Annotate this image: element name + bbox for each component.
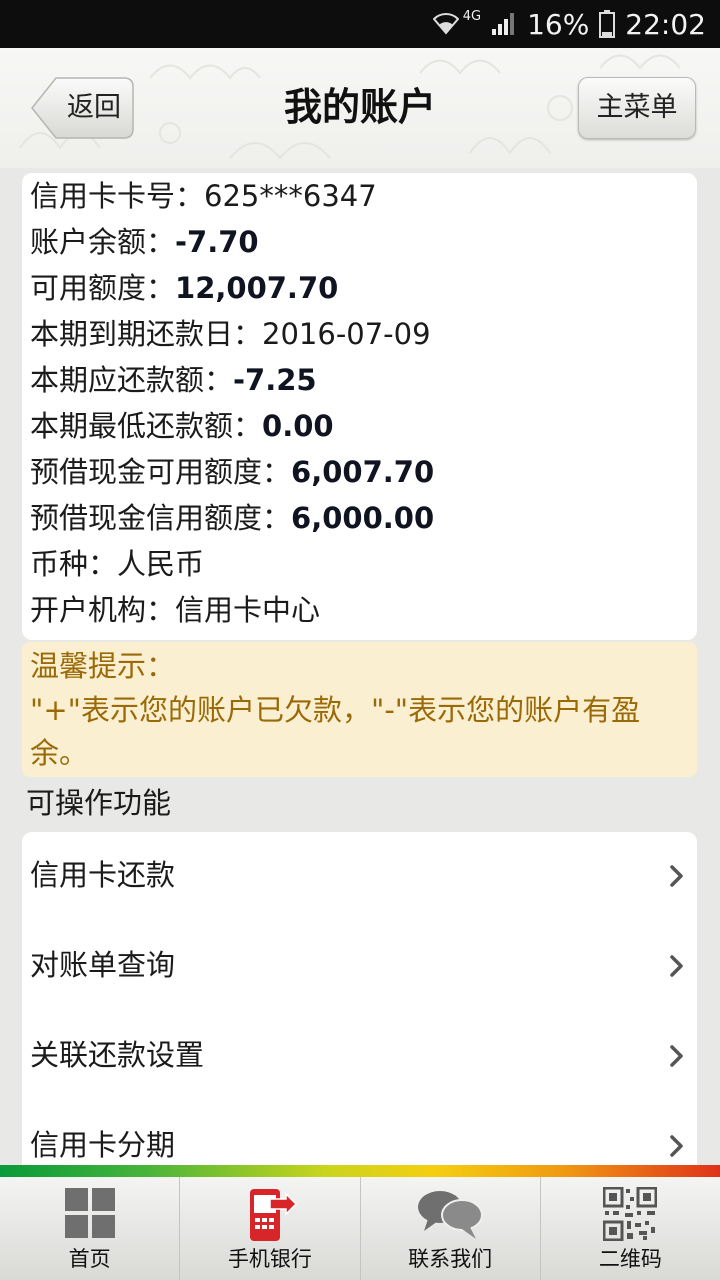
func-item-label: 信用卡还款 bbox=[30, 858, 176, 892]
tip-title: 温馨提示： bbox=[30, 649, 176, 683]
due-date-value: 2016-07-09 bbox=[262, 317, 431, 351]
amount-due-value: -7.25 bbox=[233, 363, 317, 397]
clock: 22:02 bbox=[625, 7, 706, 41]
available-credit-value: 12,007.70 bbox=[175, 271, 339, 305]
cash-advance-available-value: 6,007.70 bbox=[291, 455, 435, 489]
tab-label: 二维码 bbox=[598, 1247, 662, 1271]
tab-home[interactable]: 首页 bbox=[0, 1177, 181, 1280]
tip-text-line1: "+"表示您的账户已欠款，"-"表示您的账户有盈 bbox=[30, 693, 641, 727]
info-label: 开户机构： bbox=[30, 593, 176, 627]
functions-card: 信用卡还款 对账单查询 关联还款设置 信用卡分期 bbox=[22, 832, 697, 1165]
tab-contact-us[interactable]: 联系我们 bbox=[361, 1177, 541, 1280]
mobile-bank-icon bbox=[249, 1189, 297, 1241]
network-type: 4G bbox=[462, 8, 482, 24]
info-label: 本期到期还款日： bbox=[30, 317, 263, 351]
chat-bubbles-icon bbox=[418, 1191, 484, 1239]
chevron-right-icon bbox=[670, 865, 683, 887]
cash-advance-limit-row: 预借现金信用额度：6,000.00 bbox=[30, 495, 434, 541]
cash-advance-limit-value: 6,000.00 bbox=[291, 501, 435, 535]
currency-value: 人民币 bbox=[117, 547, 205, 581]
wifi-icon bbox=[432, 13, 459, 35]
functions-section-label: 可操作功能 bbox=[26, 786, 172, 820]
tab-qr-code[interactable]: 二维码 bbox=[541, 1177, 720, 1280]
main-menu-button[interactable]: 主菜单 bbox=[578, 77, 696, 139]
back-button[interactable]: 返回 bbox=[30, 77, 134, 139]
tab-mobile-banking[interactable]: 手机银行 bbox=[180, 1177, 361, 1280]
tab-label: 手机银行 bbox=[227, 1247, 312, 1271]
card-number-value: 625***6347 bbox=[204, 179, 377, 213]
tip-box: 温馨提示： "+"表示您的账户已欠款，"-"表示您的账户有盈 余。 bbox=[22, 642, 697, 777]
info-label: 预借现金可用额度： bbox=[30, 455, 292, 489]
card-number-row: 信用卡卡号：625***6347 bbox=[30, 173, 377, 219]
color-divider-bar bbox=[0, 1165, 720, 1177]
balance-row: 账户余额：-7.70 bbox=[30, 219, 259, 265]
info-label: 本期应还款额： bbox=[30, 363, 234, 397]
status-bar: 4G 16% 22:02 bbox=[0, 0, 720, 48]
func-item-statement-query[interactable]: 对账单查询 bbox=[22, 922, 697, 1012]
amount-due-row: 本期应还款额：-7.25 bbox=[30, 357, 317, 403]
info-label: 账户余额： bbox=[30, 225, 176, 259]
info-label: 可用额度： bbox=[30, 271, 176, 305]
currency-row: 币种：人民币 bbox=[30, 541, 204, 587]
balance-value: -7.70 bbox=[175, 225, 259, 259]
main-content[interactable]: 信用卡卡号：625***6347 账户余额：-7.70 可用额度：12,007.… bbox=[0, 168, 720, 1165]
chevron-right-icon bbox=[670, 955, 683, 977]
page-title: 我的账户 bbox=[283, 85, 436, 129]
tip-text-line2: 余。 bbox=[30, 736, 89, 770]
chevron-right-icon bbox=[670, 1045, 683, 1067]
home-grid-icon bbox=[64, 1188, 115, 1238]
signal-icon bbox=[491, 12, 517, 36]
minimum-payment-value: 0.00 bbox=[262, 409, 334, 443]
cash-advance-available-row: 预借现金可用额度：6,007.70 bbox=[30, 449, 434, 495]
tab-label: 联系我们 bbox=[408, 1247, 493, 1271]
bottom-tab-bar: 首页 手机银行 联系我们 二维码 bbox=[0, 1177, 720, 1280]
account-info-card: 信用卡卡号：625***6347 账户余额：-7.70 可用额度：12,007.… bbox=[22, 173, 697, 640]
chevron-right-icon bbox=[670, 1135, 683, 1157]
func-item-credit-card-repayment[interactable]: 信用卡还款 bbox=[22, 832, 697, 922]
func-item-label: 对账单查询 bbox=[30, 948, 176, 982]
status-icons: 4G 16% 22:02 bbox=[432, 0, 706, 48]
func-item-label: 信用卡分期 bbox=[30, 1128, 176, 1162]
back-button-label: 返回 bbox=[67, 92, 121, 123]
info-label: 币种： bbox=[30, 547, 118, 581]
minimum-payment-row: 本期最低还款额：0.00 bbox=[30, 403, 334, 449]
due-date-row: 本期到期还款日：2016-07-09 bbox=[30, 311, 431, 357]
func-item-installments[interactable]: 信用卡分期 bbox=[22, 1102, 697, 1165]
info-label: 本期最低还款额： bbox=[30, 409, 263, 443]
qr-code-icon bbox=[603, 1187, 658, 1241]
issuing-branch-value: 信用卡中心 bbox=[175, 593, 321, 627]
issuing-branch-row: 开户机构：信用卡中心 bbox=[30, 587, 320, 633]
available-credit-row: 可用额度：12,007.70 bbox=[30, 265, 338, 311]
func-item-label: 关联还款设置 bbox=[30, 1038, 205, 1072]
info-label: 信用卡卡号： bbox=[30, 179, 205, 213]
header-bar: 返回 我的账户 主菜单 bbox=[0, 48, 720, 169]
battery-percent: 16% bbox=[527, 7, 590, 41]
func-item-linked-repayment-settings[interactable]: 关联还款设置 bbox=[22, 1012, 697, 1102]
tab-label: 首页 bbox=[68, 1247, 111, 1271]
info-label: 预借现金信用额度： bbox=[30, 501, 292, 535]
battery-icon bbox=[599, 10, 616, 38]
